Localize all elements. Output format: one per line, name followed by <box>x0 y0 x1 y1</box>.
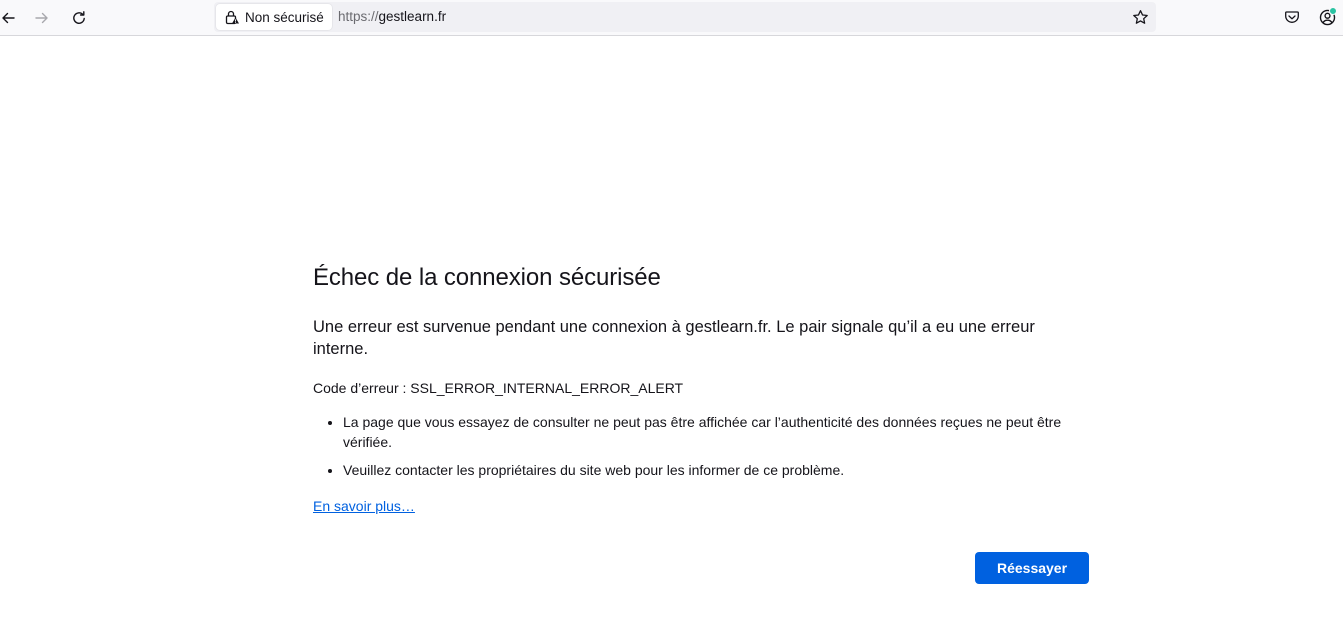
url-bar[interactable]: Non sécurisé https://gestlearn.fr <box>214 2 1156 32</box>
forward-button[interactable] <box>28 4 56 32</box>
notification-dot <box>1329 7 1337 15</box>
error-details-list: La page que vous essayez de consulter ne… <box>313 412 1089 480</box>
identity-label: Non sécurisé <box>245 9 324 25</box>
error-page: Échec de la connexion sécurisée Une erre… <box>313 261 1089 516</box>
pocket-icon <box>1285 11 1299 23</box>
error-code-value: SSL_ERROR_INTERNAL_ERROR_ALERT <box>410 380 684 396</box>
error-code-label: Code d’erreur : <box>313 380 411 396</box>
url-scheme: https:// <box>338 9 379 24</box>
bookmark-star-button[interactable] <box>1130 7 1150 27</box>
url-text[interactable]: https://gestlearn.fr <box>338 2 446 32</box>
browser-toolbar: Non sécurisé https://gestlearn.fr <box>0 0 1343 36</box>
forward-arrow-icon <box>35 12 48 24</box>
error-intro: Une erreur est survenue pendant une conn… <box>313 318 1035 358</box>
list-item: Veuillez contacter les propriétaires du … <box>343 460 1083 480</box>
insecure-lock-icon <box>225 10 239 25</box>
retry-button[interactable]: Réessayer <box>975 552 1089 584</box>
list-item: La page que vous essayez de consulter ne… <box>343 412 1083 452</box>
star-icon <box>1132 9 1148 24</box>
reload-icon <box>73 11 85 24</box>
page-title: Échec de la connexion sécurisée <box>313 264 661 291</box>
url-host: gestlearn.fr <box>378 9 447 24</box>
back-arrow-icon <box>2 12 15 24</box>
identity-box[interactable]: Non sécurisé <box>216 4 332 30</box>
error-code-line: Code d’erreur : SSL_ERROR_INTERNAL_ERROR… <box>313 378 1089 398</box>
pocket-button[interactable] <box>1281 6 1303 28</box>
back-button[interactable] <box>0 4 22 32</box>
learn-more-link[interactable]: En savoir plus… <box>313 496 415 516</box>
account-button[interactable] <box>1316 6 1338 28</box>
reload-button[interactable] <box>65 4 93 32</box>
